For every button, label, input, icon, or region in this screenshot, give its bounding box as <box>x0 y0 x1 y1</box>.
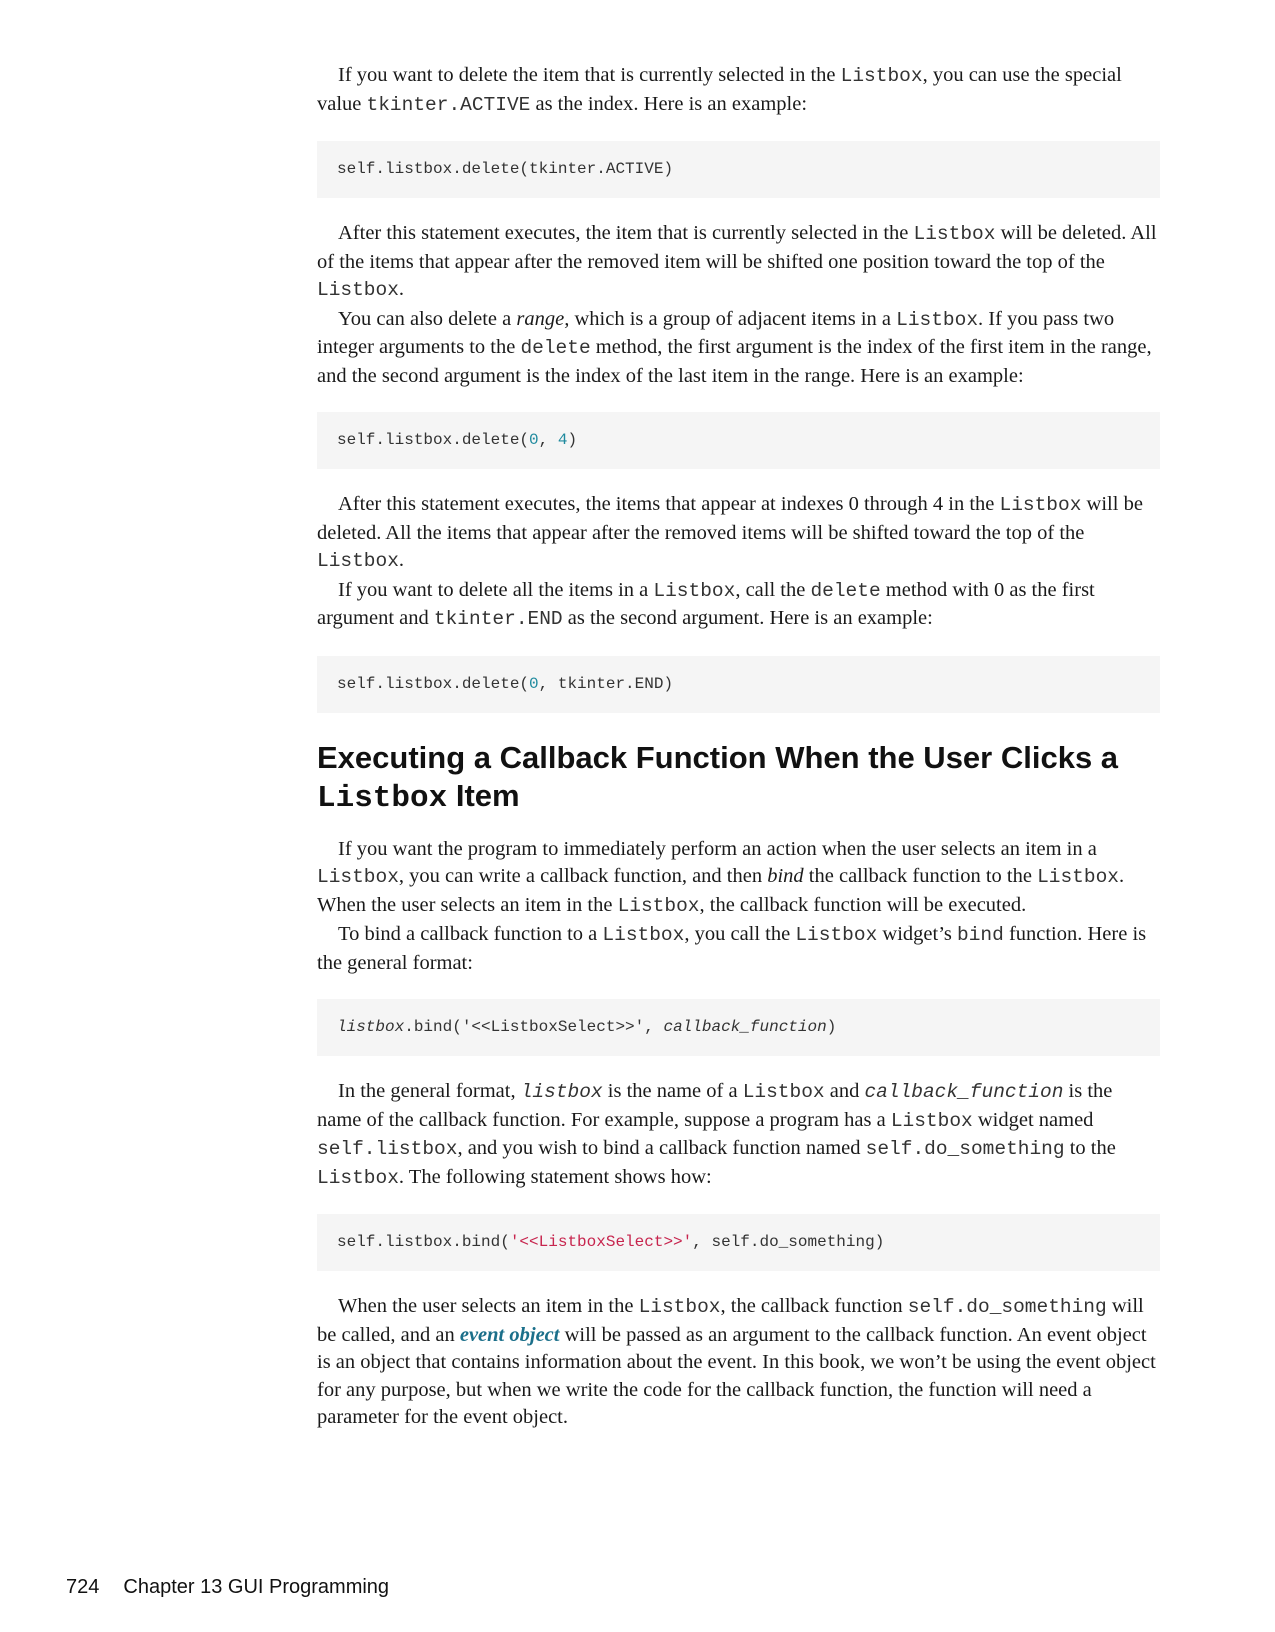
inline-code: Listbox <box>913 223 996 245</box>
text: To bind a callback function to a <box>338 923 603 945</box>
text: which is a group of adjacent items in a <box>569 307 897 330</box>
heading-text: Item <box>447 777 520 813</box>
code-number: 4 <box>557 431 568 449</box>
code-block: self.listbox.delete(tkinter.ACTIVE) <box>317 141 1160 198</box>
text: . The following statement shows how: <box>398 1165 712 1188</box>
inline-code: Listbox <box>999 494 1082 516</box>
text: as the index. Here is an example: <box>530 92 808 115</box>
inline-code: Listbox <box>602 924 685 946</box>
code-placeholder: callback_function <box>663 1018 827 1036</box>
paragraph: After this statement executes, the item … <box>317 220 1160 305</box>
inline-code: Listbox <box>896 308 979 331</box>
code-text: ) <box>826 1018 837 1036</box>
inline-code: Listbox <box>1037 866 1119 888</box>
code-text: self.listbox.delete( <box>337 674 530 693</box>
heading-code: Listbox <box>317 780 448 816</box>
code-string: '<<ListboxSelect>>' <box>509 1233 693 1251</box>
paragraph: When the user selects an item in the Lis… <box>317 1293 1160 1432</box>
code-text: ) <box>567 431 578 449</box>
code-text: , self.do_something) <box>692 1233 885 1251</box>
text: widget’s <box>877 923 957 945</box>
text: widget named <box>972 1108 1094 1131</box>
inline-code: Listbox <box>617 894 700 917</box>
text: is the name of a <box>602 1080 743 1102</box>
heading-text: Executing a Callback Function When the U… <box>317 739 1119 775</box>
text: , and you wish to bind a callback functi… <box>457 1137 866 1159</box>
chapter-title: Chapter 13 GUI Programming <box>123 1576 390 1598</box>
inline-code: tkinter.END <box>433 608 563 630</box>
code-block: listbox.bind('<<ListboxSelect>>', callba… <box>317 999 1160 1056</box>
inline-code: Listbox <box>890 1109 973 1132</box>
text: After this statement executes, the item … <box>338 222 914 244</box>
inline-code: self.do_something <box>907 1296 1107 1318</box>
text: If you want to delete the item that is c… <box>338 64 841 86</box>
inline-code: callback_function <box>864 1081 1064 1103</box>
inline-code: self.listbox <box>317 1138 458 1160</box>
text: the callback function to the <box>803 865 1038 887</box>
paragraph: After this statement executes, the items… <box>317 491 1160 576</box>
inline-code: Listbox <box>653 579 736 602</box>
text: , you can write a callback function, and… <box>398 865 768 887</box>
glossary-link[interactable]: event object <box>460 1324 560 1346</box>
code-number: 0 <box>529 674 539 693</box>
code-block: self.listbox.delete(0, tkinter.END) <box>317 655 1160 713</box>
inline-code: Listbox <box>317 1166 399 1189</box>
inline-code: self.do_something <box>865 1138 1065 1160</box>
inline-code: Listbox <box>638 1296 721 1318</box>
emphasis: bind <box>767 865 804 887</box>
inline-code: Listbox <box>317 279 399 301</box>
text: as the second argument. Here is an examp… <box>562 607 933 629</box>
text: . <box>398 549 405 571</box>
code-text: , tkinter.END) <box>538 674 674 693</box>
text: You can also delete a <box>338 307 517 330</box>
text: If you want the program to immediately p… <box>338 837 1097 860</box>
text: . <box>398 278 405 300</box>
page-number: 724 <box>66 1576 100 1598</box>
code-block: self.listbox.delete(0, 4) <box>317 412 1160 469</box>
text: After this statement executes, the items… <box>338 493 1000 515</box>
text: , call the <box>735 578 811 601</box>
inline-code: Listbox <box>317 866 399 888</box>
code-number: 0 <box>529 431 539 449</box>
paragraph: You can also delete a range, which is a … <box>317 306 1160 391</box>
paragraph: If you want to delete the item that is c… <box>317 62 1160 119</box>
text: When the user selects an item in the <box>338 1295 639 1317</box>
inline-code: listbox <box>520 1081 603 1103</box>
code-text: , <box>538 431 558 449</box>
inline-code: Listbox <box>742 1081 825 1103</box>
inline-code: Listbox <box>840 65 923 87</box>
inline-code: Listbox <box>317 550 399 572</box>
code-block: self.listbox.bind('<<ListboxSelect>>', s… <box>317 1214 1160 1271</box>
paragraph: If you want the program to immediately p… <box>317 836 1160 921</box>
text: to the <box>1064 1137 1116 1159</box>
text: , the callback function will be executed… <box>699 893 1027 916</box>
emphasis: range, <box>516 307 570 330</box>
paragraph: To bind a callback function to a Listbox… <box>317 921 1160 977</box>
section-heading: Executing a Callback Function When the U… <box>317 739 1160 818</box>
text: and <box>824 1080 865 1102</box>
text: , the callback function <box>720 1295 908 1317</box>
page-body: If you want to delete the item that is c… <box>317 62 1160 1432</box>
inline-code: delete <box>810 579 881 602</box>
page-footer: 724 Chapter 13 GUI Programming <box>66 1576 389 1599</box>
code-text: self.listbox.bind( <box>337 1233 510 1251</box>
code-text: self.listbox.delete( <box>337 431 530 449</box>
text: , you call the <box>684 923 796 945</box>
text: In the general format, <box>338 1080 521 1102</box>
paragraph: In the general format, listbox is the na… <box>317 1078 1160 1192</box>
code-placeholder: listbox <box>337 1018 405 1036</box>
inline-code: tkinter.ACTIVE <box>366 93 531 116</box>
inline-code: delete <box>520 337 591 359</box>
paragraph: If you want to delete all the items in a… <box>317 577 1160 634</box>
text: If you want to delete all the items in a <box>338 578 654 601</box>
inline-code: Listbox <box>795 924 878 946</box>
code-text: .bind('<<ListboxSelect>>', <box>404 1018 664 1036</box>
inline-code: bind <box>957 924 1004 946</box>
